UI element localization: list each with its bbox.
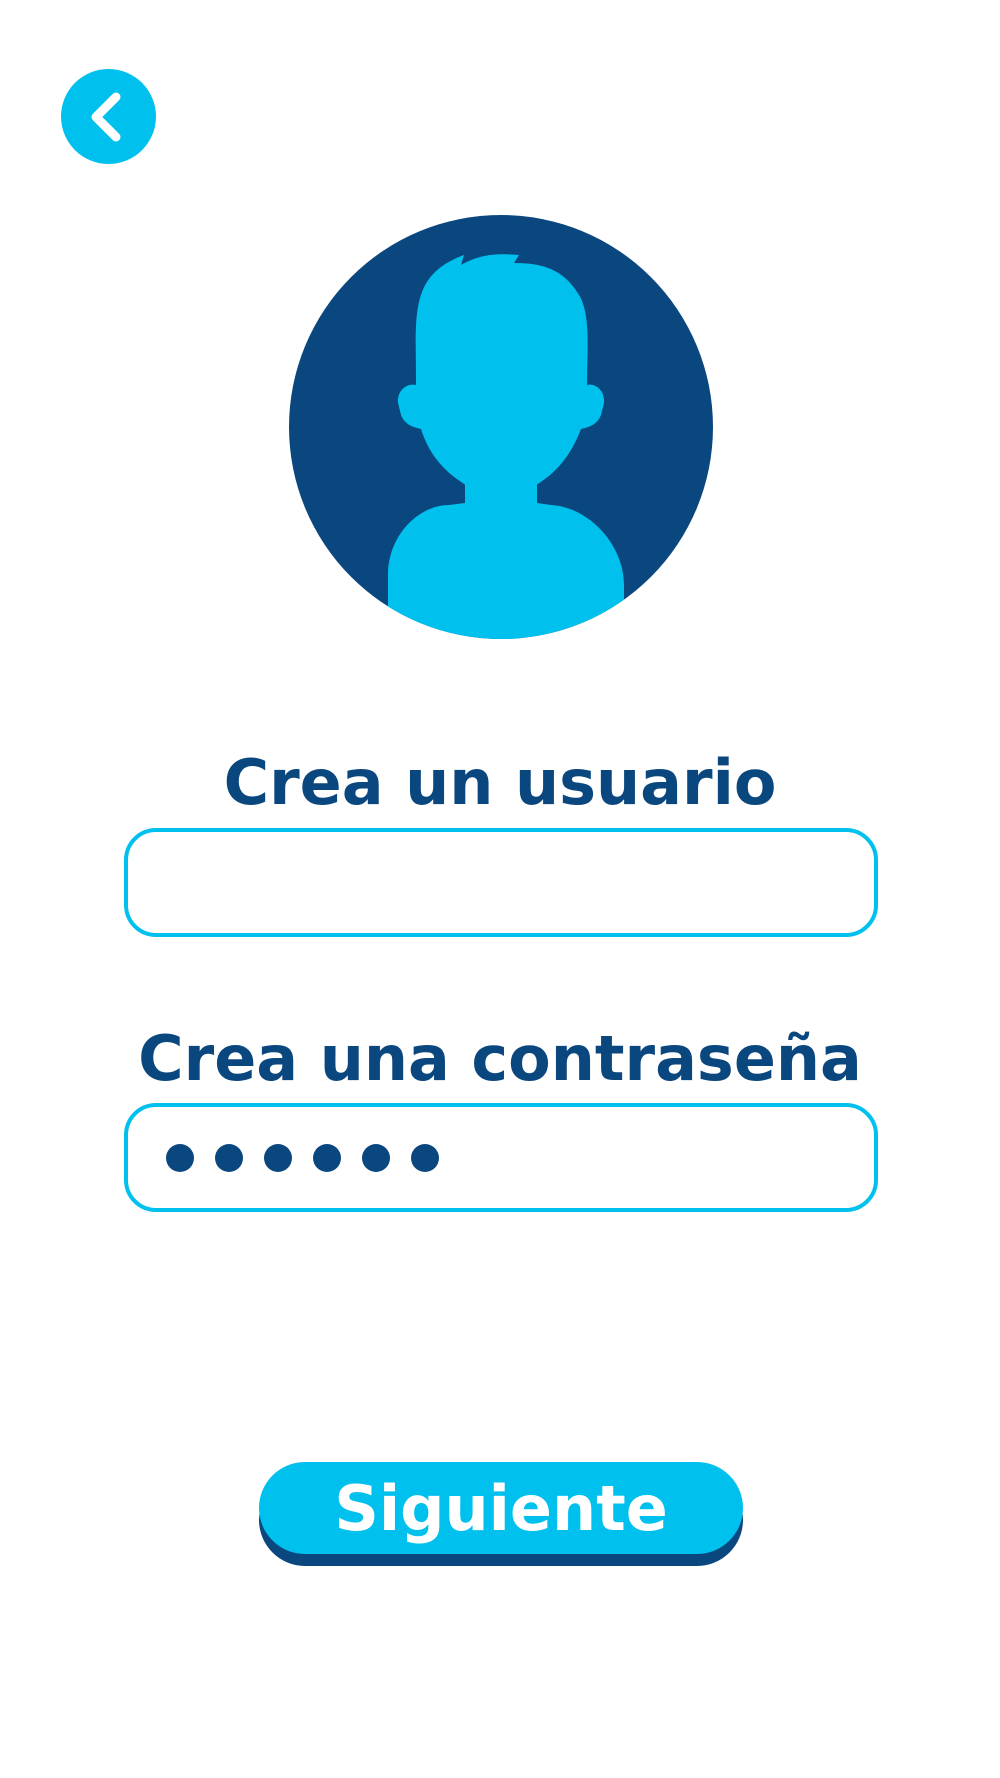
password-dot xyxy=(166,1143,194,1172)
password-field[interactable] xyxy=(124,1103,878,1212)
password-dot xyxy=(411,1143,439,1172)
username-field[interactable] xyxy=(124,828,878,937)
password-dot xyxy=(362,1143,390,1172)
back-button[interactable] xyxy=(61,69,156,164)
username-input[interactable] xyxy=(128,832,874,933)
username-label: Crea un usuario xyxy=(223,746,777,819)
password-dot xyxy=(215,1143,243,1172)
password-dot xyxy=(313,1143,341,1172)
chevron-left-icon xyxy=(91,92,120,141)
password-dot xyxy=(264,1143,292,1172)
next-button[interactable]: Siguiente xyxy=(259,1462,743,1554)
avatar-icon xyxy=(289,215,713,639)
password-mask xyxy=(166,1107,439,1208)
password-label: Crea una contraseña xyxy=(138,1022,862,1095)
